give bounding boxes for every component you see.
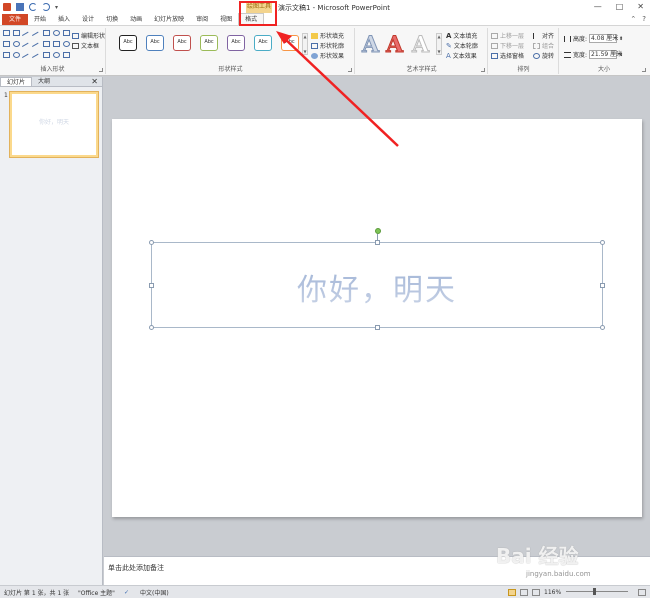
annotation-arrow [276, 31, 399, 147]
powerpoint-window: ▾ 绘图工具 演示文稿1 - Microsoft PowerPoint — □ … [0, 0, 650, 598]
baidu-watermark: Bai 经验 jingyan.baidu.com [496, 540, 636, 590]
watermark-url: jingyan.baidu.com [526, 570, 591, 578]
watermark-logo: Bai 经验 [496, 544, 579, 568]
annotation-arrow-line [283, 37, 399, 147]
